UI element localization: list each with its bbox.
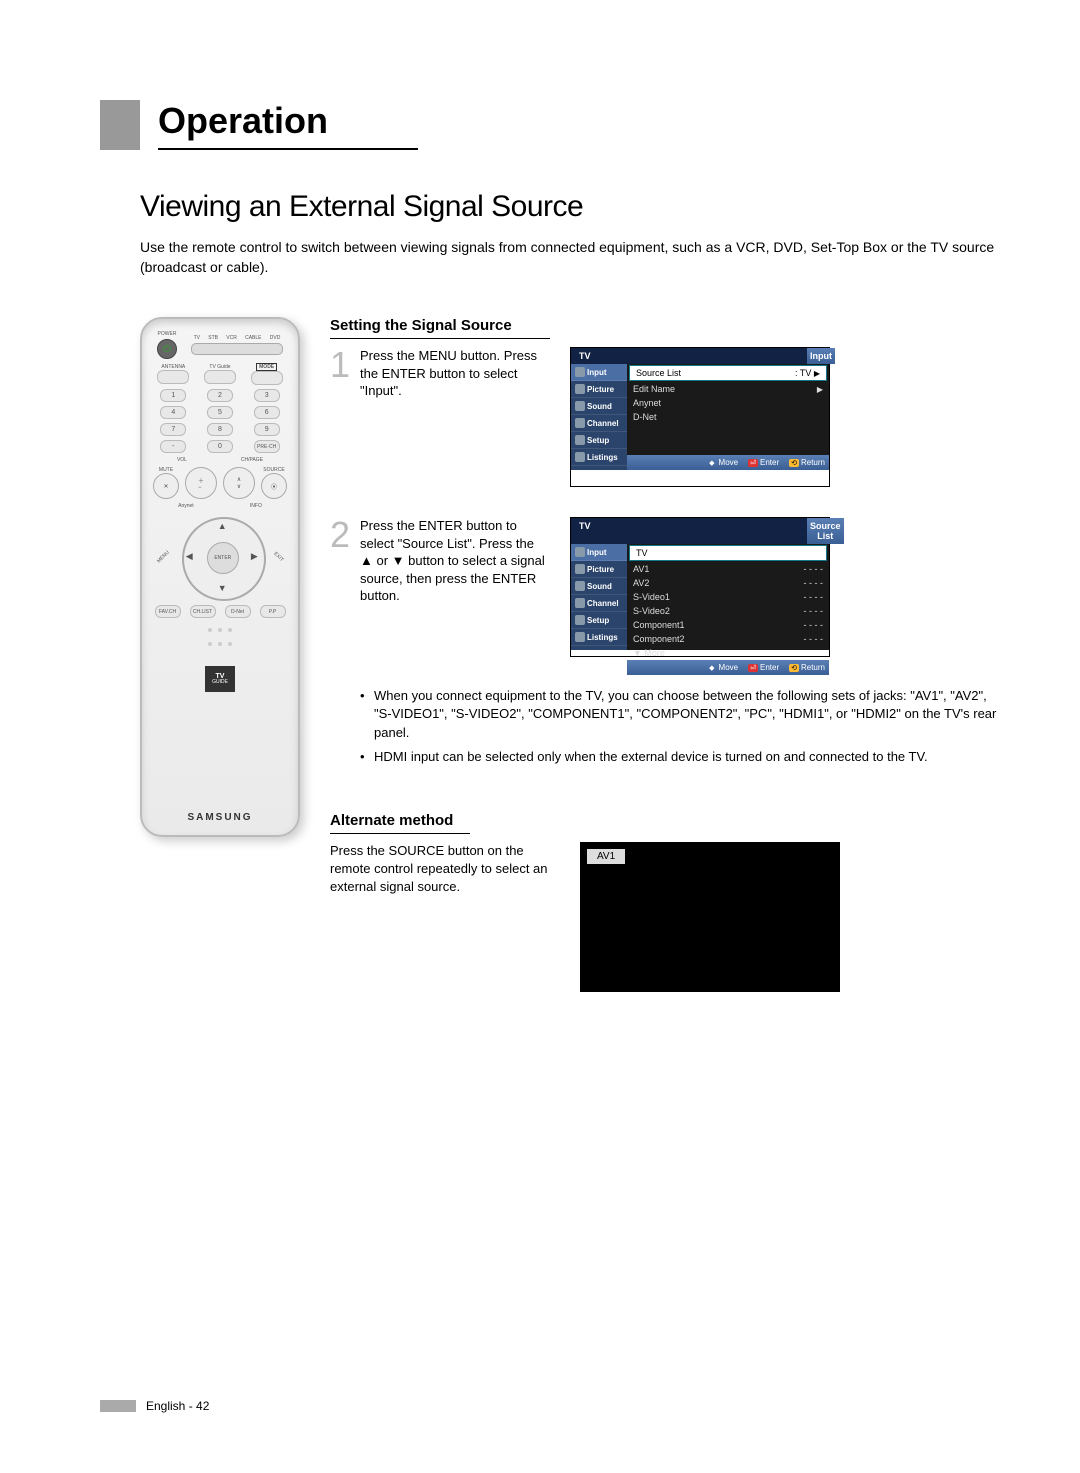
footer-bar [100,1400,136,1412]
alternate-text: Press the SOURCE button on the remote co… [330,842,550,897]
manual-page: Operation Viewing an External Signal Sou… [0,0,1080,1473]
section-header: Operation [100,100,1000,150]
num-8: 8 [207,423,233,436]
mute-button: ✕ [153,473,179,499]
num-6: 6 [254,406,280,419]
num-3: 3 [254,389,280,402]
num-9: 9 [254,423,280,436]
enter-button: ENTER [207,542,239,574]
remote-control-illustration: POWER ⏻ TV STB VCR CABLE DVD ANTENNA TV [140,317,300,837]
bullet-2: HDMI input can be selected only when the… [360,748,1000,766]
osd1-title: Input [807,348,835,364]
arrow-left-icon: ◀ [186,551,193,562]
input-icon [575,367,585,377]
arrow-right-icon: ▶ [251,551,258,562]
vol-rocker: ＋− [185,467,217,499]
power-button: ⏻ [157,339,177,359]
step-2-bullets: When you connect equipment to the TV, yo… [360,687,1000,772]
osd-input-menu: TV Input Input Picture Sound Channel Set… [570,347,830,487]
input-icon [575,547,585,557]
num-7: 7 [160,423,186,436]
osd2-tv-label: TV [571,518,807,544]
osd2-title: Source List [807,518,844,544]
step-2-block: 2 Press the ENTER button to select "Sour… [330,517,1000,782]
listings-icon [575,452,585,462]
footer-text: English - 42 [146,1399,209,1413]
page-title: Viewing an External Signal Source [140,190,1000,224]
arrow-up-icon: ▲ [218,521,227,531]
arrow-down-icon: ▼ [218,583,227,593]
num-1: 1 [160,389,186,402]
antenna-button [157,370,189,384]
power-label: POWER [158,331,177,337]
sound-icon [575,401,585,411]
osd2-sidebar: Input Picture Sound Channel Setup Listin… [571,544,627,650]
ch-rocker: ∧∨ [223,467,255,499]
step-2-text: Press the ENTER button to select "Source… [360,517,550,605]
tv-guide-logo: TVGUIDE [205,666,235,692]
setup-icon [575,615,585,625]
subheading-signal-source: Setting the Signal Source [330,317,550,339]
alternate-badge: AV1 [587,849,625,864]
step-1-text: Press the MENU button. Press the ENTER b… [360,347,550,400]
page-footer: English - 42 [100,1399,209,1413]
picture-icon [575,384,585,394]
pre-ch: PRE-CH [254,440,280,453]
device-switch [191,343,283,355]
osd-source-list: TV Source List Input Picture Sound Chann… [570,517,830,657]
num-4: 4 [160,406,186,419]
listings-icon [575,632,585,642]
channel-icon [575,598,585,608]
intro-text: Use the remote control to switch between… [140,238,1000,277]
step-1-block: 1 Press the MENU button. Press the ENTER… [330,347,1000,487]
content-row: POWER ⏻ TV STB VCR CABLE DVD ANTENNA TV [140,317,1000,992]
setup-icon [575,435,585,445]
bullet-1: When you connect equipment to the TV, yo… [360,687,1000,742]
num-2: 2 [207,389,233,402]
alternate-row: Press the SOURCE button on the remote co… [330,842,1000,992]
osd1-sidebar: Input Picture Sound Channel Setup Listin… [571,364,627,470]
alternate-heading: Alternate method [330,812,470,834]
tvguide-button [204,370,236,384]
instructions-column: Setting the Signal Source 1 Press the ME… [330,317,1000,992]
num-dash: - [160,440,186,453]
step-2-number: 2 [330,517,350,553]
channel-icon [575,418,585,428]
picture-icon [575,564,585,574]
osd2-main: TV AV1- - - - AV2- - - - S-Video1- - - -… [627,544,829,650]
section-header-accent [100,100,140,150]
osd1-tv-label: TV [571,348,807,364]
arrow-right-icon: ▶ [814,369,820,378]
section-title: Operation [158,100,418,150]
source-button: ⦿ [261,473,287,499]
num-5: 5 [207,406,233,419]
sound-icon [575,581,585,591]
osd-alternate: AV1 [580,842,840,992]
arrow-right-icon: ▶ [817,385,823,394]
dpad: ▲ ▼ ◀ ▶ ENTER [182,517,262,597]
num-0: 0 [207,440,233,453]
osd1-main: Source List: TV ▶ Edit Name▶ Anynet D-Ne… [627,364,829,470]
step-1-number: 1 [330,347,350,383]
mode-button [251,371,283,385]
brand-logo: SAMSUNG [187,812,252,823]
